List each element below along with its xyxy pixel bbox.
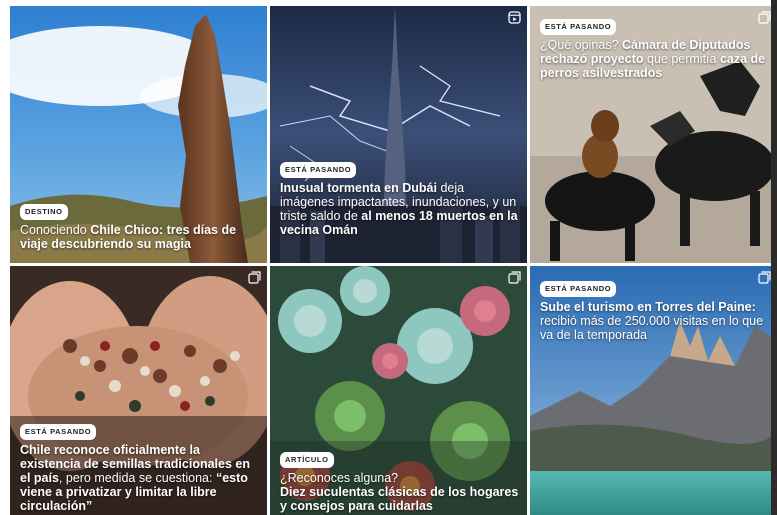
caption-highlight: Inusual tormenta en Dubái bbox=[280, 181, 437, 195]
post-badge: ESTÁ PASANDO bbox=[540, 281, 617, 297]
caption-text: ¿Qué opinas? bbox=[540, 38, 622, 52]
post-tile-chile-chico[interactable]: DESTINO Conociendo Chile Chico: tres día… bbox=[10, 6, 267, 263]
post-caption: ESTÁ PASANDO Chile reconoce oficialmente… bbox=[20, 423, 259, 513]
caption-highlight: Sube el turismo en Torres del Paine: bbox=[540, 300, 756, 314]
post-badge: ESTÁ PASANDO bbox=[280, 162, 357, 178]
caption-text: , pero medida se cuestiona: bbox=[58, 471, 216, 485]
scrollbar[interactable] bbox=[771, 0, 777, 515]
caption-text: Conociendo bbox=[20, 223, 91, 237]
caption-highlight: Diez suculentas clásicas de los hogares … bbox=[280, 485, 519, 513]
carousel-icon bbox=[508, 271, 521, 284]
post-badge: ARTÍCULO bbox=[280, 452, 334, 468]
caption-highlight: Chile Chico: bbox=[90, 223, 164, 237]
post-tile-dubai-storm[interactable]: ESTÁ PASANDO Inusual tormenta en Dubái d… bbox=[270, 6, 527, 263]
post-caption: ARTÍCULO ¿Reconoces alguna? Diez suculen… bbox=[280, 451, 519, 513]
post-caption: ESTÁ PASANDO Inusual tormenta en Dubái d… bbox=[280, 161, 519, 237]
post-caption: ESTÁ PASANDO Sube el turismo en Torres d… bbox=[540, 280, 769, 342]
post-tile-semillas[interactable]: ESTÁ PASANDO Chile reconoce oficialmente… bbox=[10, 266, 267, 515]
post-badge: ESTÁ PASANDO bbox=[20, 424, 97, 440]
post-tile-torres-del-paine[interactable]: ESTÁ PASANDO Sube el turismo en Torres d… bbox=[530, 266, 777, 515]
post-grid: DESTINO Conociendo Chile Chico: tres día… bbox=[10, 6, 777, 515]
caption-text: que permitía bbox=[643, 52, 720, 66]
caption-text: ¿Reconoces alguna? bbox=[280, 471, 399, 485]
post-tile-perros[interactable]: ESTÁ PASANDO ¿Qué opinas? Cámara de Dipu… bbox=[530, 6, 777, 263]
reel-icon bbox=[508, 11, 521, 24]
post-badge: ESTÁ PASANDO bbox=[540, 19, 617, 35]
carousel-icon bbox=[248, 271, 261, 284]
post-caption: ESTÁ PASANDO ¿Qué opinas? Cámara de Dipu… bbox=[540, 18, 769, 80]
post-caption: DESTINO Conociendo Chile Chico: tres día… bbox=[20, 203, 259, 251]
caption-text: recibió más de 250.000 visitas en lo que… bbox=[540, 314, 764, 342]
post-badge: DESTINO bbox=[20, 204, 68, 220]
post-tile-suculentas[interactable]: ARTÍCULO ¿Reconoces alguna? Diez suculen… bbox=[270, 266, 527, 515]
